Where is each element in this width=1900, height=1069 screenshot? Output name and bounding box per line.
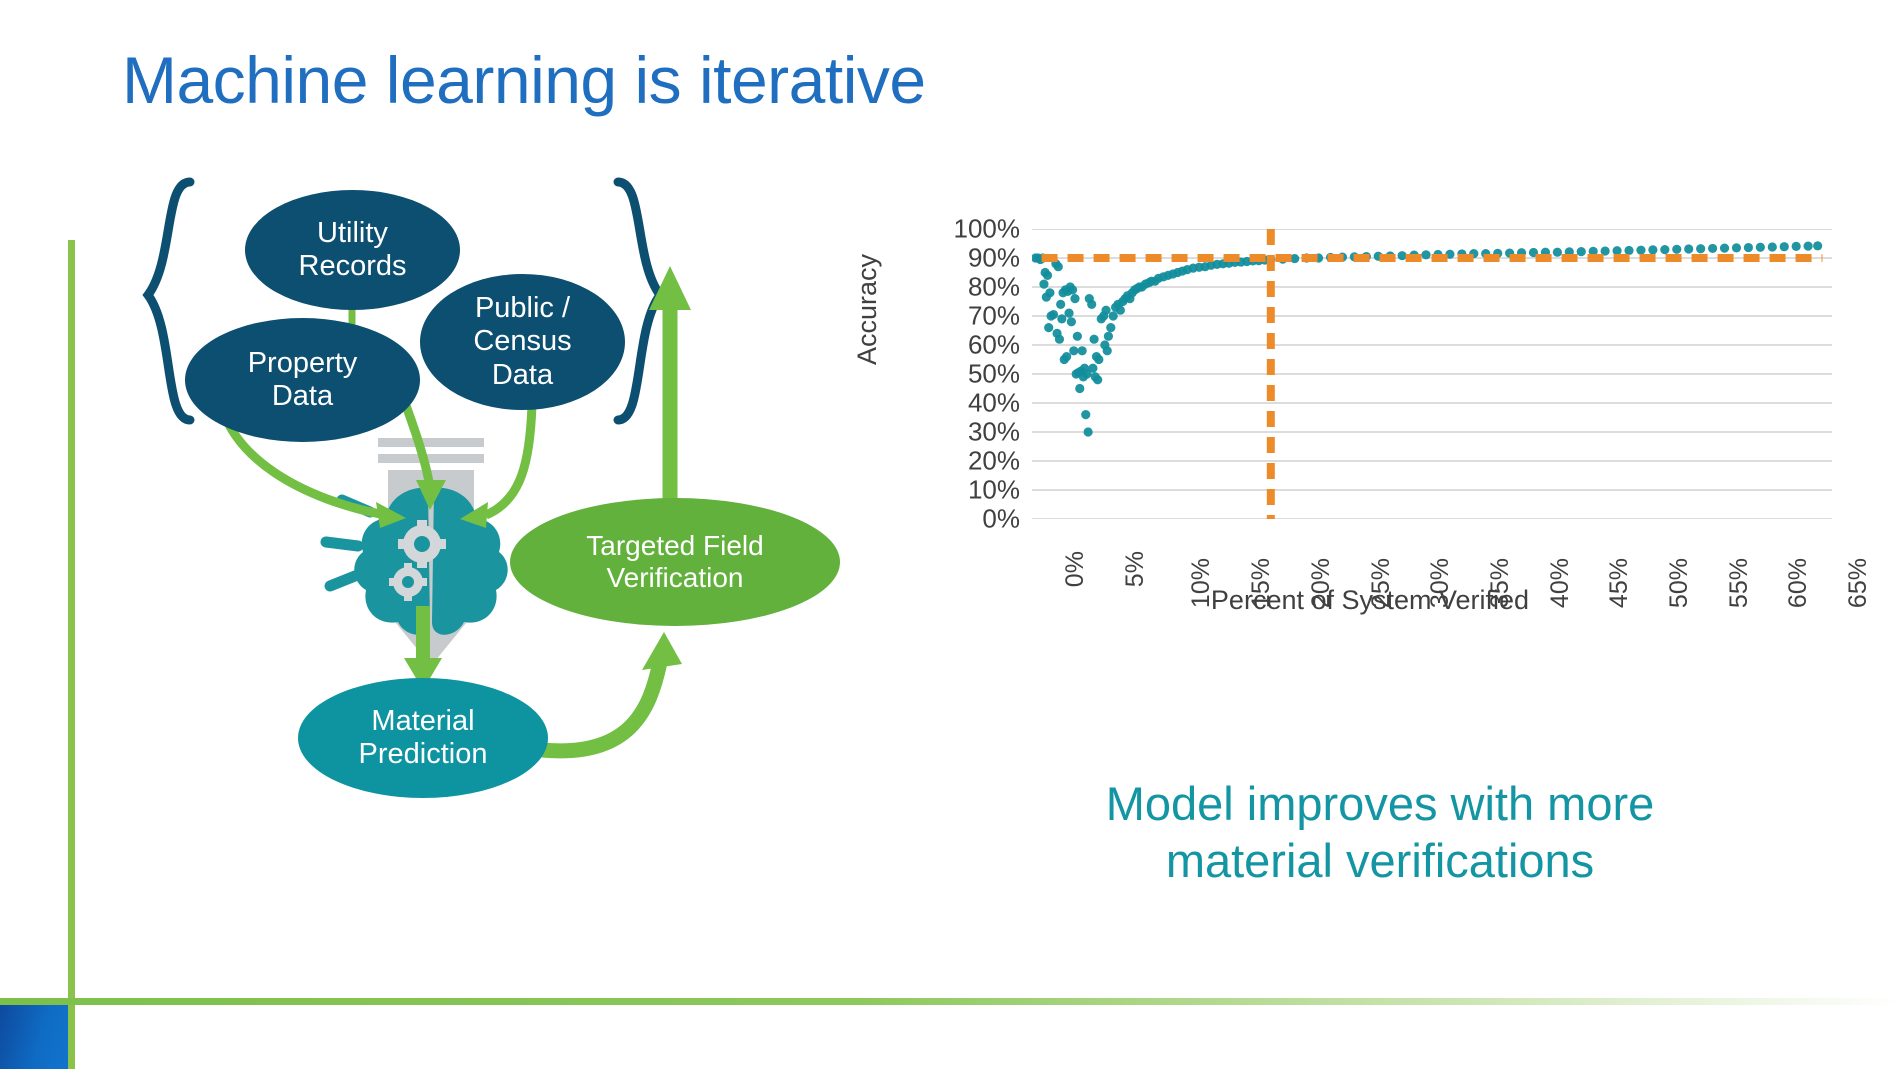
caption-line: Model improves with more [1105, 777, 1655, 830]
node-label-line: Prediction [358, 738, 488, 770]
decor-vertical-green-line [68, 240, 75, 1069]
y-tick-label: 40% [967, 387, 1020, 418]
x-tick-label: 0% [1061, 551, 1090, 588]
accuracy-scatter-chart: Accuracy 0% 10% 20% 30% 40% 50% 60% 70% 80% 90% 10… [852, 213, 1880, 755]
node-label-line: Records [298, 250, 407, 282]
node-material-prediction[interactable]: Material Prediction [298, 678, 548, 798]
page-title: Machine learning is iterative [122, 43, 926, 117]
node-property-data[interactable]: Property Data [185, 318, 420, 442]
x-tick-label: 5% [1120, 551, 1149, 588]
decor-horizontal-green-line [0, 998, 1900, 1005]
y-axis-title: Accuracy [852, 253, 882, 365]
slide-canvas: Machine learning is iterative Utility Re… [0, 0, 1900, 1069]
y-tick-label: 80% [967, 271, 1020, 302]
arrow-public-to-brain [484, 404, 537, 520]
node-label-line: Property [247, 346, 358, 379]
node-targeted-field-verification[interactable]: Targeted Field Verification [510, 498, 840, 626]
plot-area [1030, 228, 1832, 520]
node-utility-records[interactable]: Utility Records [245, 190, 460, 310]
process-diagram: Utility Records Property Data Public / C… [130, 170, 890, 810]
y-tick-label: 20% [967, 445, 1020, 476]
y-tick-label: 10% [967, 474, 1020, 505]
decor-blue-block [0, 1005, 68, 1069]
y-tick-label: 50% [967, 358, 1020, 389]
node-label-line: Census [473, 325, 572, 358]
left-curly-brace [142, 177, 195, 425]
node-public-census-data[interactable]: Public / Census Data [420, 274, 625, 410]
node-label-line: Utility [317, 216, 388, 249]
arrowhead-targeted [642, 632, 682, 670]
chart-caption: Model improves with more material verifi… [880, 775, 1880, 890]
node-label-line: Data [491, 358, 554, 391]
y-tick-label: 90% [967, 242, 1020, 273]
y-tick-label: 70% [967, 300, 1020, 331]
node-label-line: Material [371, 704, 475, 737]
x-axis-title: Percent of System Verified [1210, 585, 1530, 615]
node-label-line: Public / [474, 292, 571, 325]
node-label-line: Verification [606, 562, 744, 593]
y-tick-label: 30% [967, 416, 1020, 447]
y-tick-label: 60% [967, 329, 1020, 360]
caption-line: material verifications [1165, 834, 1595, 888]
y-tick-label: 100% [953, 213, 1021, 244]
node-label-line: Data [271, 380, 334, 412]
plot-svg [1030, 228, 1832, 520]
node-label-line: Targeted Field [586, 530, 764, 562]
arrow-material-to-targeted [541, 660, 668, 759]
y-tick-label: 0% [982, 503, 1020, 534]
